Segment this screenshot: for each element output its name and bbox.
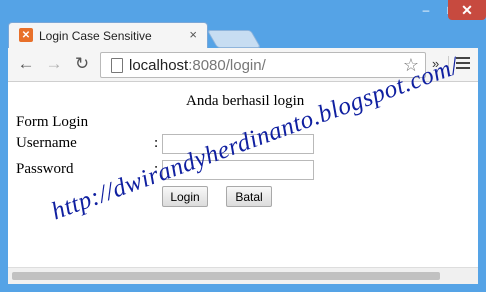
username-label: Username (16, 135, 77, 151)
window-border-left (0, 52, 8, 292)
back-arrow-icon[interactable]: ← (16, 54, 36, 74)
tab-title: Login Case Sensitive (39, 29, 152, 43)
cancel-button[interactable]: Batal (226, 186, 272, 207)
window-border-right (478, 52, 486, 292)
close-window-button[interactable]: ✕ (448, 0, 486, 20)
forward-arrow-icon[interactable]: → (44, 54, 64, 74)
reload-icon[interactable]: ↻ (72, 54, 92, 74)
minimize-button[interactable]: – (414, 0, 438, 20)
page-content: Anda berhasil login Form Login Username … (8, 53, 478, 267)
password-label: Password (16, 161, 74, 177)
url-text: localhost:8080/login/ (129, 57, 266, 74)
url-path: :8080/login/ (188, 57, 266, 74)
browser-window: – □ ✕ ✕ Login Case Sensitive × ← → ↻ loc… (0, 0, 486, 292)
address-bar[interactable]: localhost:8080/login/ ☆ (100, 52, 426, 78)
horizontal-scrollbar[interactable] (8, 267, 478, 284)
page-icon (111, 58, 123, 73)
form-title: Form Login (16, 114, 89, 130)
url-host: localhost (129, 57, 189, 74)
success-message: Anda berhasil login (186, 93, 305, 109)
xampp-icon: ✕ (19, 28, 33, 42)
browser-tab[interactable]: ✕ Login Case Sensitive × (8, 22, 208, 48)
close-icon: ✕ (461, 1, 473, 18)
tab-close-icon[interactable]: × (189, 27, 197, 42)
login-button[interactable]: Login (162, 186, 208, 207)
username-colon: : (154, 135, 159, 151)
window-border-bottom (0, 284, 486, 292)
scrollbar-thumb[interactable] (12, 272, 440, 280)
